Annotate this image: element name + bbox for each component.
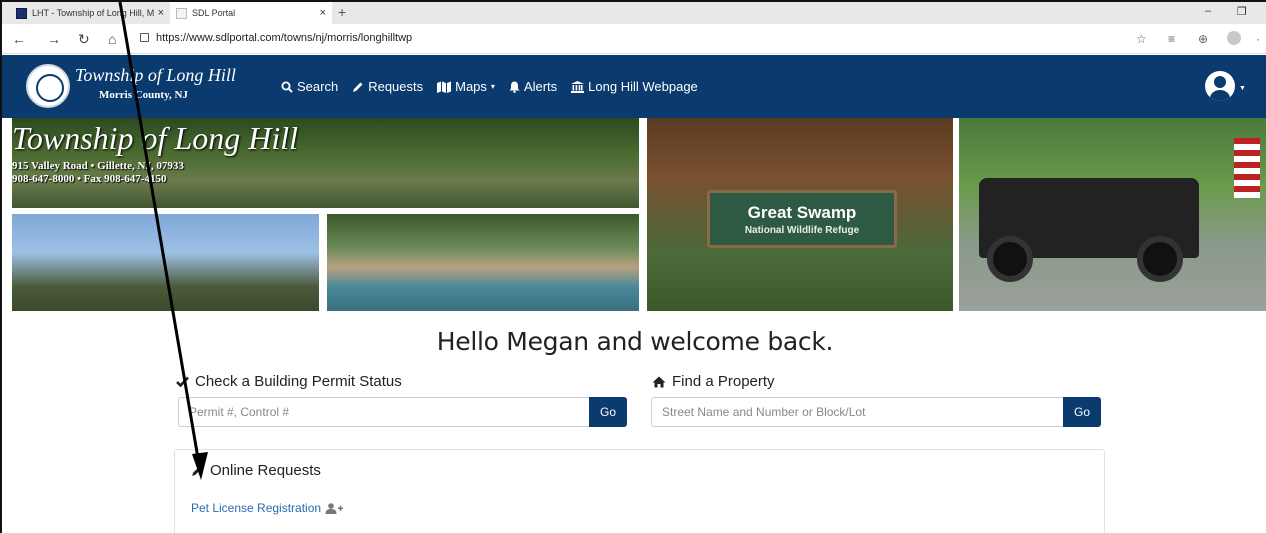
lock-icon xyxy=(140,33,149,42)
permit-label-text: Check a Building Permit Status xyxy=(195,373,402,390)
chevron-down-icon[interactable]: ▼ xyxy=(1239,85,1246,92)
bell-icon xyxy=(509,81,520,93)
nav-requests-label: Requests xyxy=(368,79,424,94)
back-icon[interactable]: ← xyxy=(12,31,26,47)
search-icon xyxy=(281,81,293,93)
home-icon[interactable]: ⌂ xyxy=(108,31,116,47)
pencil-icon xyxy=(192,465,203,476)
main-nav: Search Requests Maps ▾ Alerts Long Hill … xyxy=(281,79,698,94)
nav-webpage-label: Long Hill Webpage xyxy=(588,79,698,94)
tab-lht[interactable]: LHT - Township of Long Hill, Mor × xyxy=(10,2,170,24)
online-requests-title-text: Online Requests xyxy=(210,462,321,479)
banner-title: Township of Long Hill xyxy=(12,120,299,156)
permit-search-group: Go xyxy=(178,397,627,427)
tab-strip: LHT - Township of Long Hill, Mor × SDL P… xyxy=(2,2,1266,24)
great-swamp-sign: Great Swamp National Wildlife Refuge xyxy=(707,190,897,248)
banner-photo-great-swamp: Great Swamp National Wildlife Refuge xyxy=(647,118,953,311)
property-go-button[interactable]: Go xyxy=(1063,397,1101,427)
refresh-icon[interactable]: ↻ xyxy=(78,31,90,48)
home-icon xyxy=(652,376,666,387)
nav-search-label: Search xyxy=(297,79,339,94)
map-icon xyxy=(437,81,452,93)
banner-photo-river: Township of Long Hill 915 Valley Road • … xyxy=(12,118,639,208)
check-icon xyxy=(176,376,189,387)
wheel-image xyxy=(1137,236,1183,282)
building-icon xyxy=(571,80,585,93)
nav-maps-label: Maps xyxy=(455,79,487,94)
nav-alerts-label: Alerts xyxy=(523,79,558,94)
property-search-group: Go xyxy=(651,397,1101,427)
forward-icon[interactable]: → xyxy=(47,31,61,47)
favorite-star-icon[interactable]: ☆ xyxy=(1136,32,1147,46)
banner-photo-parade-vehicle xyxy=(959,118,1266,311)
collections-icon[interactable]: ⊕ xyxy=(1198,32,1208,46)
nav-search[interactable]: Search xyxy=(281,79,338,94)
sign-line1: Great Swamp xyxy=(747,203,857,222)
banner: Township of Long Hill 915 Valley Road • … xyxy=(12,118,1266,311)
property-search-input[interactable] xyxy=(651,397,1063,427)
address-bar: ← → ↻ ⌂ https://www.sdlportal.com/towns/… xyxy=(2,24,1266,54)
more-menu-icon[interactable]: · xyxy=(1256,32,1260,46)
user-avatar-icon[interactable] xyxy=(1205,71,1235,101)
permit-search-input[interactable] xyxy=(178,397,589,427)
tab-label: LHT - Township of Long Hill, Mor xyxy=(32,8,154,18)
flag-image xyxy=(1234,138,1260,198)
nav-maps[interactable]: Maps ▾ xyxy=(437,79,495,94)
sign-line2: National Wildlife Refuge xyxy=(744,225,860,236)
tab-label: SDL Portal xyxy=(192,8,236,18)
nav-long-hill-webpage[interactable]: Long Hill Webpage xyxy=(571,79,698,94)
browser-window: LHT - Township of Long Hill, Mor × SDL P… xyxy=(0,0,1266,533)
tab-sdl-portal[interactable]: SDL Portal × xyxy=(170,2,332,24)
minimize-button[interactable]: – xyxy=(1205,5,1211,17)
brand-subtitle: Morris County, NJ xyxy=(99,89,188,101)
wheel-image xyxy=(987,236,1033,282)
welcome-heading: Hello Megan and welcome back. xyxy=(436,327,834,356)
banner-photo-trees xyxy=(12,214,319,311)
sdl-favicon-icon xyxy=(176,7,187,19)
online-requests-card: Online Requests Pet License Registration xyxy=(174,449,1105,533)
new-tab-button[interactable]: + xyxy=(338,4,346,20)
chevron-down-icon: ▾ xyxy=(490,82,495,91)
favorites-list-icon[interactable]: ≡ xyxy=(1168,32,1175,46)
township-seal-logo[interactable] xyxy=(26,64,70,108)
pet-license-registration-link[interactable]: Pet License Registration xyxy=(191,501,344,515)
banner-address-line2: 908-647-8000 • Fax 908-647-4150 xyxy=(12,173,167,185)
close-tab-icon[interactable]: × xyxy=(320,7,326,19)
nav-requests[interactable]: Requests xyxy=(352,79,423,94)
banner-address-line1: 915 Valley Road • Gillette, NJ, 07933 xyxy=(12,160,184,172)
maximize-button[interactable]: ❐ xyxy=(1237,5,1247,18)
permit-go-button[interactable]: Go xyxy=(589,397,627,427)
lht-favicon-icon xyxy=(16,7,27,19)
user-plus-icon xyxy=(325,502,344,514)
pencil-icon xyxy=(353,82,363,92)
pet-license-link-text[interactable]: Pet License Registration xyxy=(191,501,321,515)
site-navbar: Township of Long Hill Morris County, NJ … xyxy=(2,55,1266,118)
banner-address: 915 Valley Road • Gillette, NJ, 07933 90… xyxy=(12,160,184,186)
nav-alerts[interactable]: Alerts xyxy=(509,79,557,94)
property-label-text: Find a Property xyxy=(672,373,775,390)
property-section-label: Find a Property xyxy=(652,373,775,390)
browser-profile-icon[interactable] xyxy=(1227,31,1241,45)
permit-section-label: Check a Building Permit Status xyxy=(176,373,402,390)
banner-photo-lake xyxy=(327,214,639,311)
online-requests-title: Online Requests xyxy=(191,462,321,479)
close-tab-icon[interactable]: × xyxy=(158,7,164,19)
url-field[interactable]: https://www.sdlportal.com/towns/nj/morri… xyxy=(156,32,412,44)
brand-title[interactable]: Township of Long Hill xyxy=(75,65,236,86)
